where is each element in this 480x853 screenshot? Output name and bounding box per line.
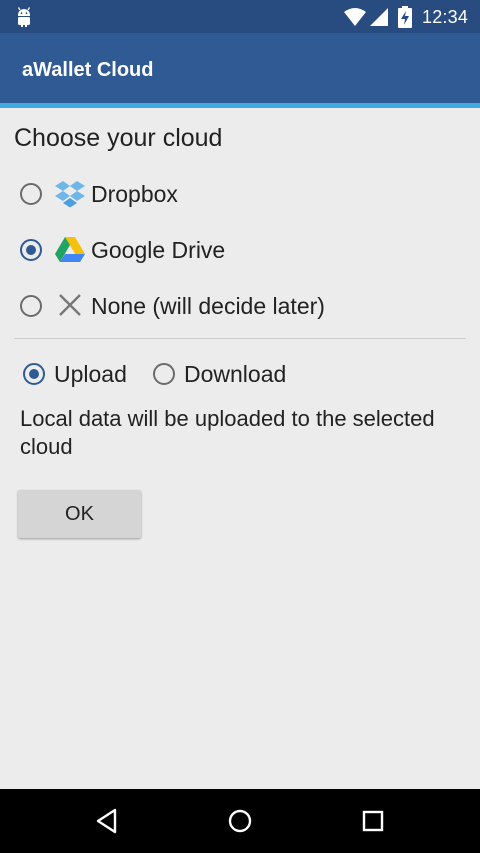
ok-button[interactable]: OK: [18, 490, 141, 538]
option-label-dropbox: Dropbox: [91, 180, 178, 207]
home-icon[interactable]: [220, 801, 260, 841]
back-icon[interactable]: [87, 801, 127, 841]
page-heading: Choose your cloud: [14, 124, 223, 152]
radio-option-none[interactable]: None (will decide later): [20, 286, 325, 326]
app-bar-accent-line: [0, 103, 480, 108]
android-icon: [17, 7, 31, 27]
wifi-icon: [344, 8, 366, 26]
option-label-upload: Upload: [54, 360, 127, 387]
close-icon: [54, 291, 86, 321]
divider: [14, 338, 466, 339]
battery-charging-icon: [398, 6, 412, 28]
info-text: Local data will be uploaded to the selec…: [20, 406, 435, 459]
recents-icon[interactable]: [353, 801, 393, 841]
option-label-google-drive: Google Drive: [91, 236, 226, 263]
app-title: aWallet Cloud: [22, 59, 154, 81]
radio-button-download[interactable]: [153, 363, 175, 385]
status-bar: 12:34: [0, 0, 480, 33]
google-drive-icon: [54, 235, 86, 265]
option-label-download: Download: [184, 360, 287, 387]
radio-button-upload[interactable]: [23, 363, 45, 385]
app-bar: aWallet Cloud: [0, 33, 480, 108]
radio-option-download[interactable]: Download: [153, 354, 286, 394]
radio-button-google-drive[interactable]: [20, 239, 42, 261]
radio-button-dropbox[interactable]: [20, 183, 42, 205]
signal-icon: [370, 8, 388, 26]
dropbox-icon: [54, 179, 86, 209]
option-label-none: None (will decide later): [91, 292, 325, 319]
screen: 12:34 aWallet Cloud Choose your cloud Dr…: [0, 0, 480, 853]
radio-option-dropbox[interactable]: Dropbox: [20, 174, 178, 214]
radio-button-none[interactable]: [20, 295, 42, 317]
navigation-bar: [0, 789, 480, 853]
radio-option-upload[interactable]: Upload: [23, 354, 127, 394]
status-clock: 12:34: [422, 7, 469, 27]
radio-option-google-drive[interactable]: Google Drive: [20, 230, 225, 270]
